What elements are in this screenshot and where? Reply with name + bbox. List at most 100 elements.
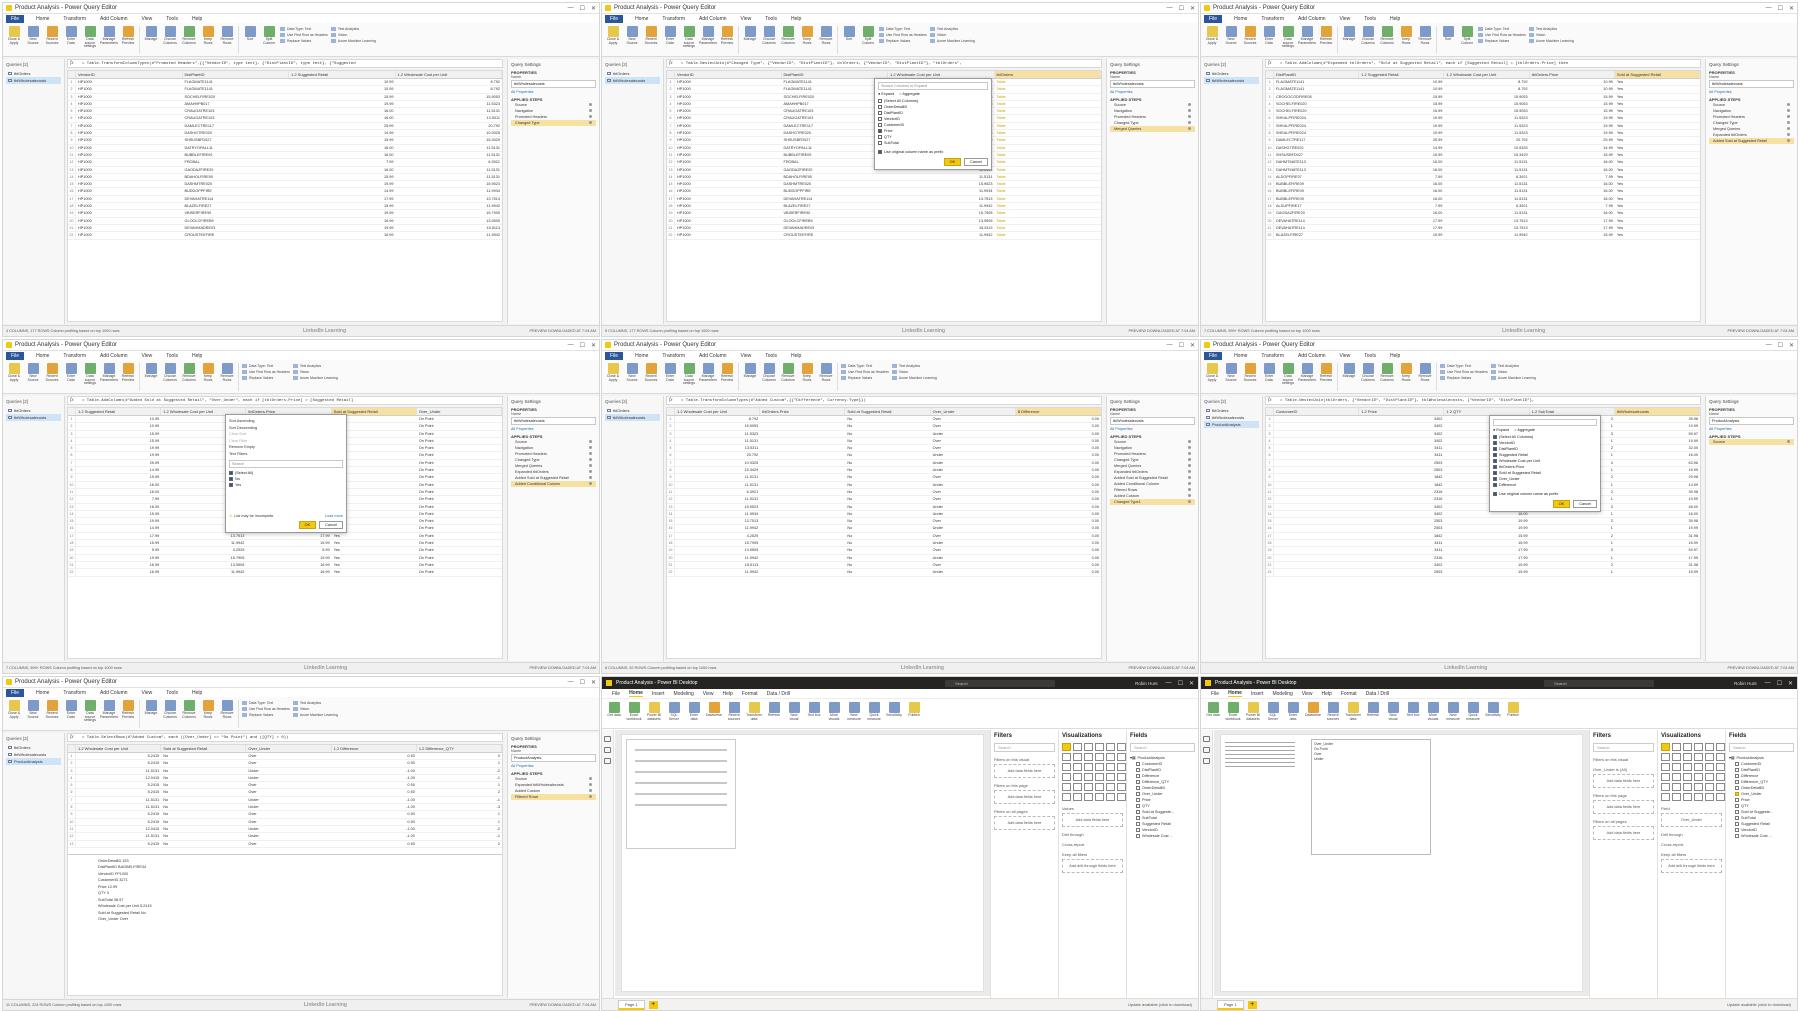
visual-type-icon[interactable] (1705, 773, 1714, 781)
close-icon[interactable]: ✕ (591, 342, 596, 349)
ribbon-button[interactable]: New Source (25, 26, 41, 45)
ribbon-button[interactable]: Enter Data (63, 700, 79, 719)
ribbon-button[interactable]: Dataverse (1305, 702, 1321, 725)
applied-step[interactable]: Filtered Rows (511, 794, 596, 800)
gear-icon[interactable] (1188, 488, 1191, 491)
visual-type-icon[interactable] (1062, 773, 1071, 781)
menu-file[interactable]: File (1204, 351, 1223, 360)
checkbox-icon[interactable] (1735, 774, 1739, 778)
visual-type-icon[interactable] (1694, 793, 1703, 801)
expand-mode-radio[interactable]: Aggregate (899, 92, 920, 96)
ribbon-button[interactable]: Power BI datasets (646, 702, 662, 725)
ribbon-small-item[interactable]: Text Analytics (1528, 27, 1574, 31)
column-header[interactable]: 1.2 Suggested Retail (1359, 71, 1445, 78)
ribbon-button[interactable]: Refresh Preview (719, 363, 735, 382)
ribbon-button[interactable]: Refresh Preview (120, 363, 136, 382)
menu-transform[interactable]: Transform (660, 16, 687, 22)
gear-icon[interactable] (1787, 133, 1790, 136)
ribbon-button[interactable]: Remove Columns (181, 700, 197, 719)
menu-tools[interactable]: Tools (1362, 353, 1378, 359)
ribbon-button[interactable]: Data source settings (1280, 363, 1296, 386)
update-available-text[interactable]: Update available (click to download) (1128, 1002, 1192, 1007)
ribbon-button[interactable]: Recent Sources (1242, 26, 1258, 45)
gear-icon[interactable] (1188, 476, 1191, 479)
ribbon-button[interactable]: Close & Apply (605, 363, 621, 382)
gear-icon[interactable] (1188, 115, 1191, 118)
ribbon-button[interactable]: Manage (742, 26, 758, 42)
ribbon-button[interactable]: Data source settings (681, 26, 697, 49)
ribbon-button[interactable]: Remove Rows (219, 26, 235, 45)
menu-file[interactable]: File (6, 351, 25, 360)
checkbox-icon[interactable] (1735, 828, 1739, 832)
visual-type-icon[interactable] (1683, 773, 1692, 781)
visual-type-icon[interactable] (1694, 763, 1703, 771)
page-tab[interactable]: Page 1 (618, 999, 645, 1010)
all-properties-link[interactable]: All Properties (511, 764, 596, 768)
formula-bar[interactable]: fx = Table.AddColumn(#"Expanded tblOrders… (1265, 59, 1701, 68)
visual-type-icon[interactable] (1716, 763, 1725, 771)
gear-icon[interactable] (589, 470, 592, 473)
ribbon-small-item[interactable]: Text Analytics (292, 701, 338, 705)
gear-icon[interactable] (589, 440, 592, 443)
ribbon-button[interactable]: Remove Columns (181, 26, 197, 45)
ribbon-small-item[interactable]: Data Type: Text (280, 27, 328, 31)
ribbon-button[interactable]: Manage (143, 700, 159, 716)
gear-icon[interactable] (1188, 121, 1191, 124)
table-visual[interactable] (1225, 739, 1295, 771)
menu-file[interactable]: File (605, 14, 624, 23)
update-available-text[interactable]: Update available (click to download) (1727, 1002, 1791, 1007)
ribbon-button[interactable]: Close & Apply (6, 26, 22, 45)
column-header[interactable]: Sold at Suggested Retail (161, 745, 247, 752)
checkbox-icon[interactable] (1735, 768, 1739, 772)
column-header[interactable]: 1.2 Price (1359, 408, 1445, 415)
fields-search-input[interactable]: Search (1729, 743, 1794, 752)
ribbon-small-item[interactable]: Data Type: Text (841, 364, 889, 368)
ribbon-button[interactable]: Dataverse (706, 702, 722, 725)
menu-add-column[interactable]: Add Column (98, 690, 130, 696)
visual-type-icon[interactable] (1095, 753, 1104, 761)
search-box[interactable]: Search (1544, 679, 1655, 687)
data-view-icon[interactable] (604, 747, 611, 753)
visual-type-icon[interactable] (1106, 793, 1115, 801)
gear-icon[interactable] (1188, 440, 1191, 443)
ribbon-small-item[interactable]: Use First Row as Headers (280, 33, 328, 37)
gear-icon[interactable] (1188, 464, 1191, 467)
visual-type-icon[interactable] (1073, 763, 1082, 771)
minimize-icon[interactable]: — (1766, 5, 1772, 12)
menu-view[interactable]: View (140, 353, 155, 359)
gear-icon[interactable] (589, 789, 592, 792)
ribbon-small-item[interactable]: Replace Values (1440, 376, 1488, 380)
visual-type-icon[interactable] (1694, 753, 1703, 761)
menu-view[interactable]: View (1338, 353, 1353, 359)
ribbon-button[interactable]: Recent Sources (44, 26, 60, 45)
visual-type-icon[interactable] (1095, 773, 1104, 781)
menu-home[interactable]: Home (1232, 353, 1249, 359)
column-header[interactable]: 1.2 Wholesale Cost per Unit (888, 71, 995, 78)
ribbon-button[interactable]: Recent Sources (643, 363, 659, 382)
ribbon-button[interactable]: Sort (841, 26, 857, 42)
ribbon-small-item[interactable]: Azure Machine Learning (292, 376, 338, 380)
ribbon-button[interactable]: Choose Columns (162, 363, 178, 382)
gear-icon[interactable] (1188, 494, 1191, 497)
visual-type-icon[interactable] (1106, 773, 1115, 781)
visual-type-icon[interactable] (1716, 743, 1725, 751)
maximize-icon[interactable]: ☐ (1778, 342, 1783, 349)
minimize-icon[interactable]: — (1167, 342, 1173, 349)
maximize-icon[interactable]: ☐ (580, 342, 585, 349)
query-item[interactable]: tblWholesalecosts (605, 414, 660, 421)
table-menu-icon[interactable] (68, 71, 76, 78)
ribbon-small-item[interactable]: Replace Values (242, 376, 290, 380)
ribbon-button[interactable]: Excel workbook (626, 702, 642, 725)
visual-type-icon[interactable] (1095, 743, 1104, 751)
query-name-field[interactable]: ProductAnalysis (511, 754, 596, 762)
ribbon-button[interactable]: Choose Columns (761, 26, 777, 45)
ribbon-button[interactable]: Keep Rows (200, 26, 216, 45)
query-name-field[interactable]: tblWholesalecosts (1110, 80, 1195, 88)
visual-type-icon[interactable] (1073, 753, 1082, 761)
ribbon-small-item[interactable]: Data Type: Text (242, 701, 290, 705)
menu-add-column[interactable]: Add Column (697, 353, 729, 359)
visual-type-icon[interactable] (1672, 743, 1681, 751)
visual-type-icon[interactable] (1106, 763, 1115, 771)
report-view-icon[interactable] (1203, 736, 1210, 742)
slicer-visual[interactable]: Over_Under On Point Over Under (1311, 739, 1431, 855)
